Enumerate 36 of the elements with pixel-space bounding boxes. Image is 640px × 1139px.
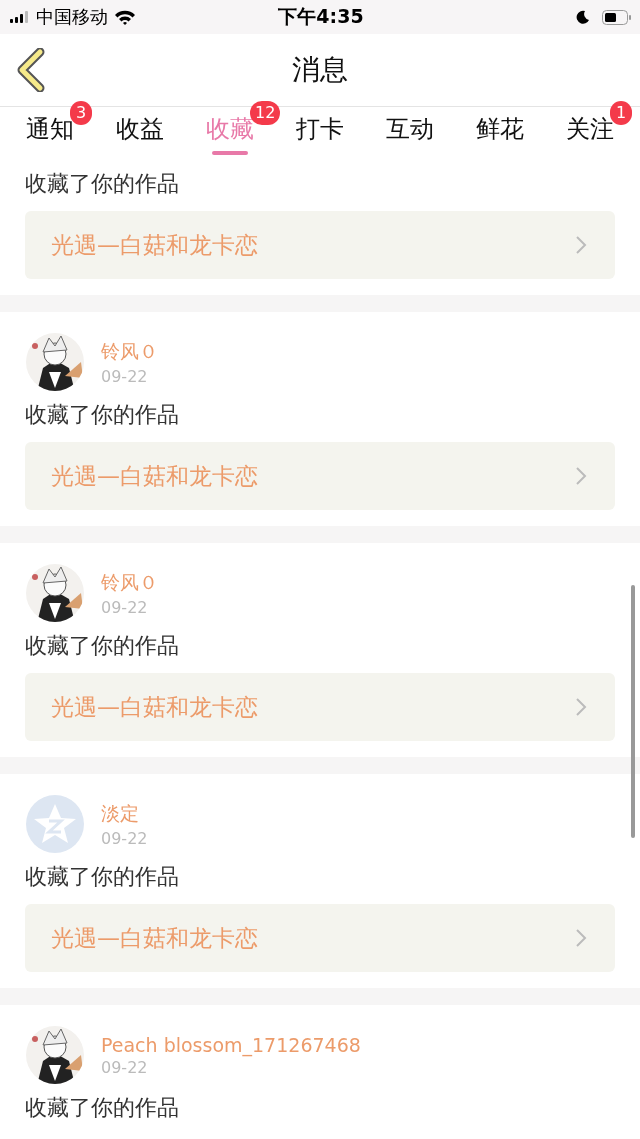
tab[interactable]: 打卡 [296,107,344,159]
tab-underline [212,151,248,155]
moon-icon [576,10,590,24]
tab[interactable]: 鲜花 [476,107,524,159]
default-avatar-icon [25,794,85,854]
carrier-name: 中国移动 [36,5,108,29]
user-name[interactable]: 淡定 [101,800,148,827]
work-link[interactable]: 光遇—白菇和龙卡恋 [25,673,615,741]
wifi-icon [114,9,136,25]
message-text: 收藏了你的作品 [25,1094,180,1122]
chevron-right-icon [575,466,587,486]
work-link[interactable]: 光遇—白菇和龙卡恋 [25,904,615,972]
message-text: 收藏了你的作品 [25,632,180,660]
message-date: 09-22 [101,1057,149,1077]
message-text: 收藏了你的作品 [25,863,180,891]
signal-icon [10,11,30,23]
tab[interactable]: 收益 [116,107,164,159]
message-date: 09-22 [101,597,149,617]
message-date: 09-22 [101,828,148,848]
work-link[interactable]: 光遇—白菇和龙卡恋 [25,211,615,279]
user-name[interactable]: Peach blossom_171267468 [101,1033,361,1056]
user-name[interactable]: 铃风０ [101,569,158,596]
tab[interactable]: 互动 [386,107,434,159]
battery-icon [602,9,632,25]
back-button[interactable] [16,48,46,92]
chevron-right-icon [575,928,587,948]
message-date: 09-22 [101,366,149,386]
work-link[interactable]: 光遇—白菇和龙卡恋 [25,442,615,510]
chevron-right-icon [575,235,587,255]
message-text: 收藏了你的作品 [25,170,180,198]
page-title: 消息 [291,52,349,88]
clock-time: 下午4:35 [278,4,364,29]
chevron-right-icon [575,697,587,717]
chevron-left-icon [16,48,46,92]
user-name[interactable]: 铃风０ [101,338,158,365]
message-text: 收藏了你的作品 [25,401,180,429]
